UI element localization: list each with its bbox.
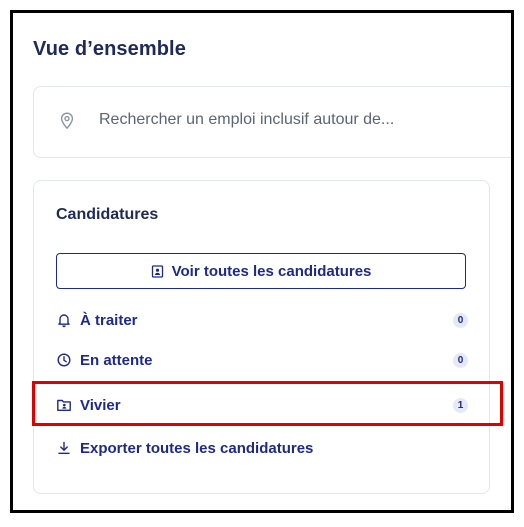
candidatures-card: Candidatures Voir toutes les candidature… bbox=[33, 180, 490, 494]
see-all-candidatures-button[interactable]: Voir toutes les candidatures bbox=[56, 253, 466, 289]
see-all-label: Voir toutes les candidatures bbox=[171, 262, 372, 280]
count-badge: 0 bbox=[453, 353, 468, 368]
file-user-icon bbox=[151, 264, 163, 278]
candidatures-title: Candidatures bbox=[56, 206, 159, 223]
row-a-traiter[interactable]: À traiter 0 bbox=[56, 307, 468, 333]
bell-icon bbox=[56, 312, 72, 328]
clock-icon bbox=[56, 352, 72, 368]
highlight-box bbox=[32, 381, 503, 426]
export-label: Exporter toutes les candidatures bbox=[80, 439, 314, 457]
count-badge: 0 bbox=[453, 313, 468, 328]
page-title: Vue d’ensemble bbox=[33, 38, 186, 60]
export-candidatures-link[interactable]: Exporter toutes les candidatures bbox=[56, 435, 468, 461]
row-label: En attente bbox=[80, 351, 153, 369]
row-en-attente[interactable]: En attente 0 bbox=[56, 347, 468, 373]
row-label: À traiter bbox=[80, 311, 138, 329]
download-icon bbox=[56, 440, 72, 456]
screenshot-frame: Vue d’ensemble Rechercher un emploi incl… bbox=[10, 10, 514, 513]
location-pin-icon bbox=[60, 112, 74, 130]
search-input[interactable]: Rechercher un emploi inclusif autour de.… bbox=[99, 111, 394, 129]
search-card[interactable]: Rechercher un emploi inclusif autour de.… bbox=[33, 86, 511, 158]
